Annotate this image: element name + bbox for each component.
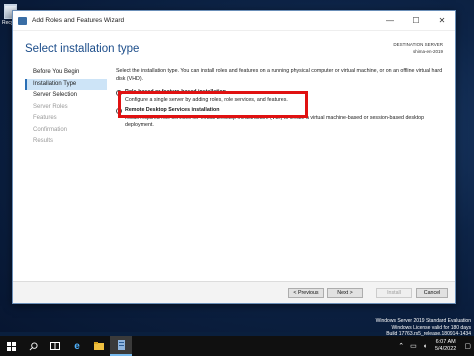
window-title: Add Roles and Features Wizard — [32, 17, 125, 24]
red-highlight-box — [118, 91, 308, 118]
sidebar-item-before-you-begin[interactable]: Before You Begin — [25, 67, 107, 79]
wizard-window: Add Roles and Features Wizard — ☐ ✕ Sele… — [12, 10, 456, 304]
taskbar: e ⌃ ▭ ◖ 6:07 AM 5/4/2022 ▢ — [0, 336, 474, 356]
maximize-button[interactable]: ☐ — [403, 11, 429, 31]
task-view-icon[interactable] — [44, 336, 66, 356]
network-icon[interactable]: ▭ — [407, 342, 420, 350]
sidebar-item-results: Results — [33, 138, 54, 144]
start-button[interactable] — [0, 336, 22, 356]
file-explorer-icon[interactable] — [88, 336, 110, 356]
next-button[interactable]: Next > — [327, 288, 363, 298]
wizard-app-icon — [18, 16, 27, 25]
clock[interactable]: 6:07 AM 5/4/2022 — [430, 339, 461, 353]
wizard-steps-sidebar: Before You Begin Installation Type Serve… — [25, 67, 107, 148]
desktop: Recy Add Roles and Features Wizard — ☐ ✕… — [0, 0, 474, 337]
watermark-line: Windows Server 2019 Standard Evaluation — [375, 318, 471, 324]
page-title: Select installation type — [25, 43, 140, 55]
install-button: Install — [376, 288, 412, 298]
title-bar[interactable]: Add Roles and Features Wizard — ☐ ✕ — [13, 11, 455, 31]
notification-icon[interactable]: ▢ — [461, 342, 474, 350]
server-manager-icon[interactable] — [110, 336, 132, 356]
system-tray: ⌃ ▭ ◖ 6:07 AM 5/4/2022 ▢ — [395, 339, 474, 353]
sidebar-item-installation-type[interactable]: Installation Type — [25, 78, 107, 90]
search-icon[interactable] — [22, 336, 44, 356]
clock-time: 6:07 AM — [435, 339, 456, 345]
sidebar-item-server-selection[interactable]: Server Selection — [25, 90, 107, 102]
sidebar-item-features: Features — [33, 115, 57, 121]
minimize-button[interactable]: — — [377, 11, 403, 31]
previous-button[interactable]: < Previous — [288, 288, 324, 298]
wizard-header: Select installation type DESTINATION SER… — [13, 31, 455, 63]
wizard-footer: < Previous Next > Install Cancel — [13, 281, 455, 303]
sidebar-item-server-roles: Server Roles — [33, 103, 68, 110]
windows-logo-icon — [6, 341, 16, 351]
page-description: Select the installation type. You can in… — [116, 68, 443, 82]
close-button[interactable]: ✕ — [429, 11, 455, 31]
cancel-button[interactable]: Cancel — [416, 288, 448, 298]
destination-server-info: DESTINATION SERVER shima-en-2019 — [393, 41, 443, 55]
destination-label: DESTINATION SERVER — [393, 42, 443, 47]
windows-evaluation-watermark: Windows Server 2019 Standard Evaluation … — [376, 318, 471, 338]
clock-date: 5/4/2022 — [434, 346, 457, 352]
sidebar-item-confirmation: Confirmation — [33, 126, 68, 133]
destination-server-name: shima-en-2019 — [412, 49, 443, 54]
volume-icon[interactable]: ◖ — [420, 343, 430, 350]
internet-explorer-icon[interactable]: e — [66, 336, 88, 356]
chevron-up-icon[interactable]: ⌃ — [395, 342, 407, 350]
